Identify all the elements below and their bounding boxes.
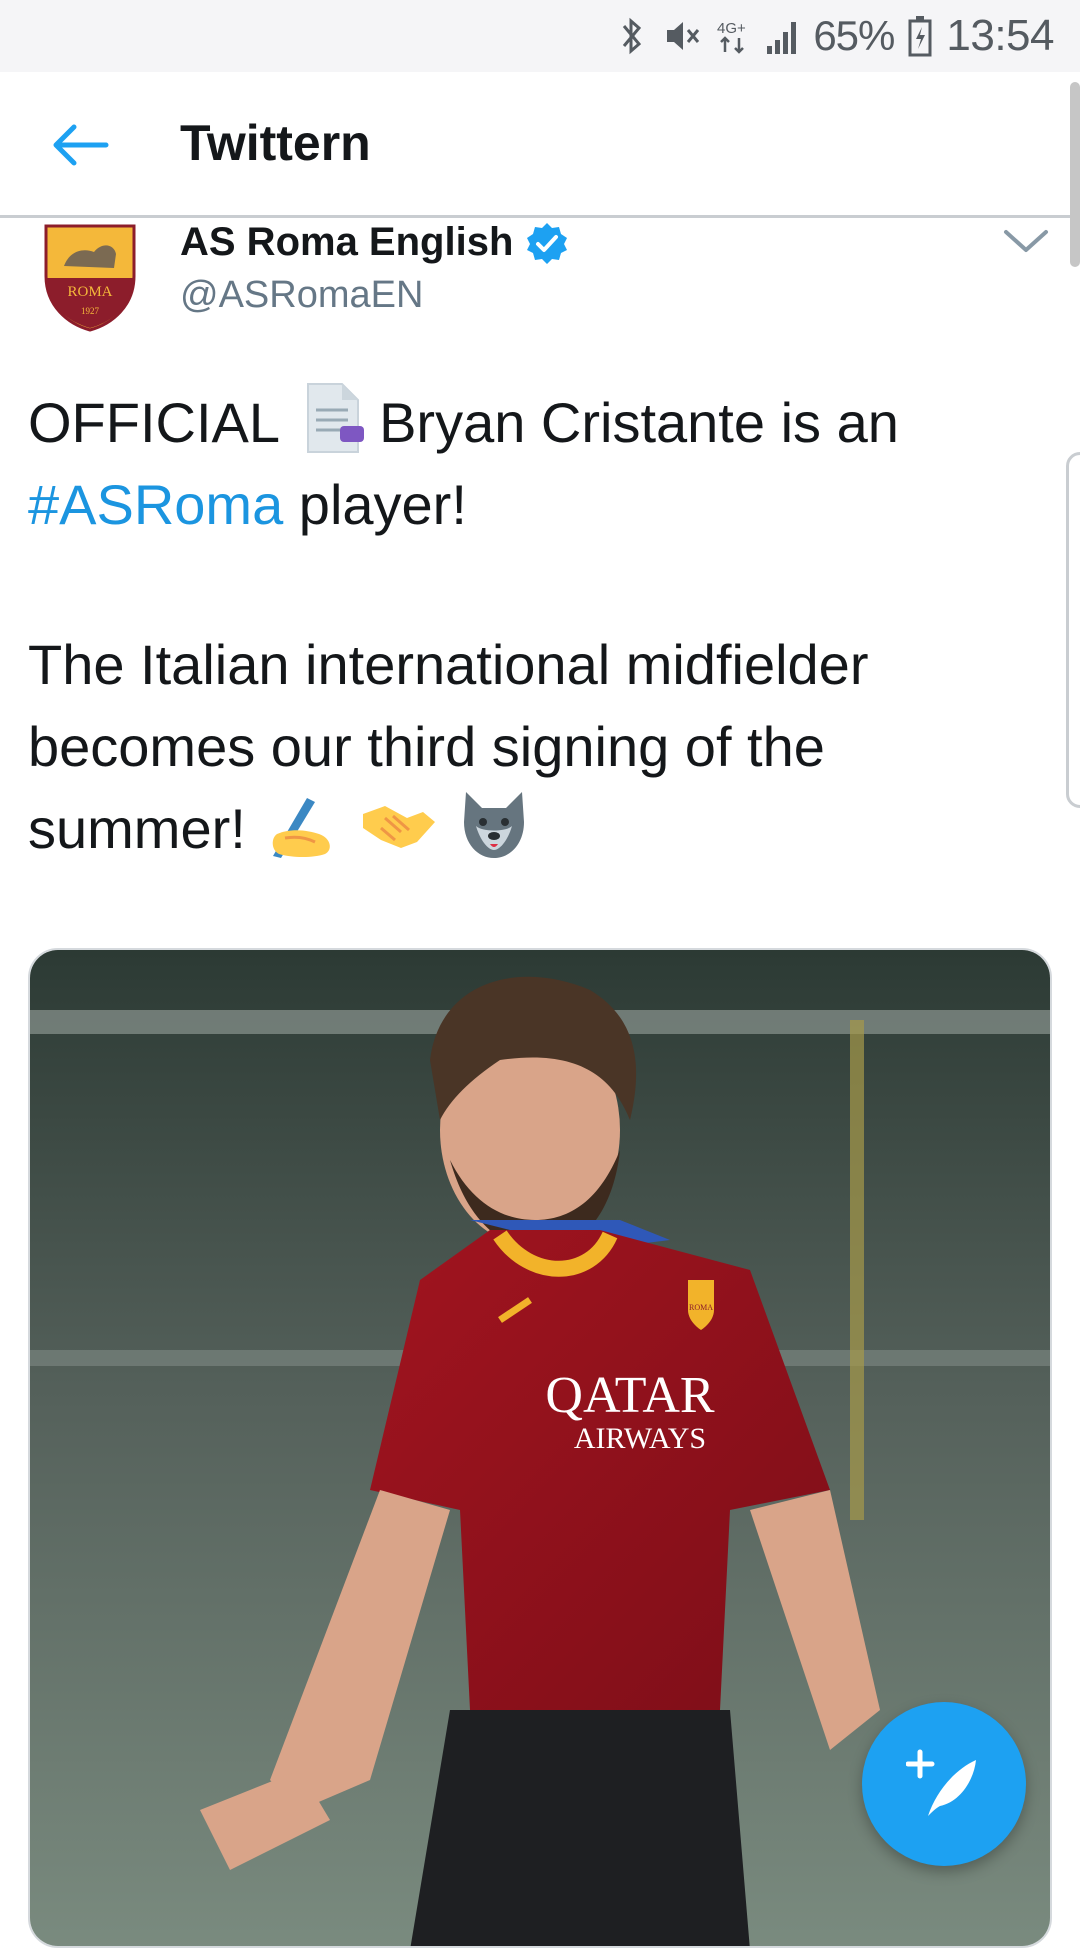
tweet-word-official: OFFICIAL [28, 391, 278, 454]
back-button[interactable] [40, 112, 120, 178]
clock: 13:54 [946, 11, 1054, 60]
tweet-paragraph-2: The Italian international midfielder bec… [28, 624, 1048, 870]
shirt-sponsor-line2: AIRWAYS [574, 1422, 706, 1455]
tweet-line1-text: Bryan Cristante is an [379, 391, 899, 454]
author-handle[interactable]: @ASRomaEN [180, 274, 423, 317]
tweet-para2-text: The Italian international midfielder bec… [28, 633, 869, 860]
chevron-down-icon[interactable] [1000, 222, 1052, 262]
avatar-year: 1927 [81, 306, 100, 316]
verified-badge-icon [527, 222, 568, 264]
author-name-text: AS Roma English [180, 220, 514, 264]
edge-panel-handle[interactable] [1066, 452, 1080, 808]
wolf-icon [464, 792, 525, 858]
page-title: Twittern [180, 115, 371, 171]
avatar[interactable]: ROMA 1927 [42, 220, 138, 332]
mute-icon [667, 22, 700, 50]
status-bar: 4G+ 65% 13:54 [0, 0, 1080, 72]
bluetooth-icon [623, 17, 642, 55]
tweet-text: OFFICIAL Bryan Cristante is an #ASRoma p… [28, 382, 1048, 870]
compose-tweet-button[interactable] [862, 1702, 1026, 1866]
page-facing-up-icon [306, 383, 364, 453]
network-label: 4G+ [717, 20, 746, 37]
handshake-icon [362, 806, 435, 848]
writing-hand-icon [273, 798, 331, 858]
avatar-text: ROMA [67, 284, 112, 300]
scrollbar-thumb[interactable] [1070, 82, 1080, 267]
tweet-line2-text: player! [298, 473, 467, 536]
tweet-paragraph-1: OFFICIAL Bryan Cristante is an #ASRoma p… [28, 382, 1048, 546]
shirt-crest-text: ROMA [689, 1303, 713, 1312]
app-bar: Twittern [0, 72, 1080, 218]
battery-percent: 65% [813, 12, 895, 59]
hashtag-link[interactable]: #ASRoma [28, 473, 283, 536]
arrow-left-icon [53, 124, 109, 166]
battery-icon [908, 16, 932, 57]
network-4g-icon: 4G+ [717, 20, 746, 54]
signal-icon [767, 22, 797, 54]
compose-tweet-icon [906, 1749, 976, 1816]
author-name[interactable]: AS Roma English [180, 220, 569, 265]
shirt-sponsor-line1: QATAR [545, 1367, 714, 1424]
